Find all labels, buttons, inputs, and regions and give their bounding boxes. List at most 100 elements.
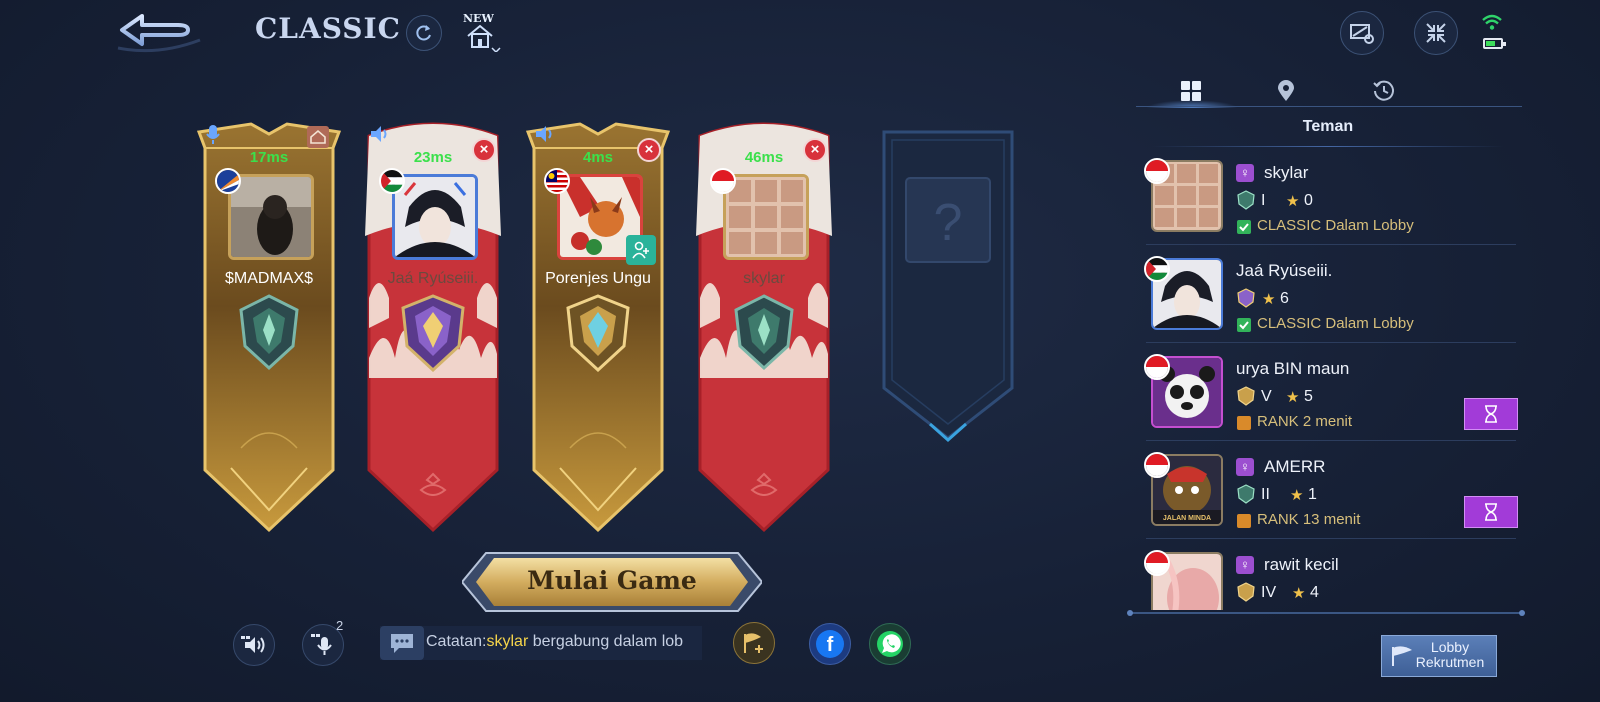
rank-tier: IV — [1261, 584, 1277, 601]
page-title: CLASSIC — [255, 12, 401, 45]
village-symbol-icon — [748, 470, 780, 501]
screen-settings-button[interactable] — [1340, 11, 1384, 55]
refresh-icon — [416, 25, 431, 41]
tab-divider — [1136, 106, 1522, 107]
female-gender-icon: ♀ — [1236, 164, 1254, 182]
chat-prefix: Catatan: — [426, 633, 487, 650]
player-ping: 4ms — [582, 149, 614, 166]
player-ping: 46ms — [744, 149, 784, 166]
empty-banner-frame: ? — [882, 130, 1014, 443]
location-pin-icon — [1278, 80, 1294, 101]
flag-plus-icon — [744, 633, 763, 653]
panel-title-divider — [1152, 146, 1504, 147]
wait-invite-button[interactable] — [1464, 496, 1518, 528]
wifi-icon — [1481, 13, 1503, 36]
player-avatar[interactable] — [228, 174, 314, 260]
friend-status: RANK 2 menit — [1257, 413, 1353, 430]
star-icon: ★ — [1286, 193, 1300, 210]
speaker-toggle-button[interactable] — [233, 624, 275, 666]
chat-highlight-name: skylar — [486, 633, 529, 650]
player-slot-4[interactable]: × 46ms skylar — [686, 118, 842, 540]
player-avatar[interactable] — [392, 174, 478, 260]
chat-button[interactable] — [380, 626, 424, 660]
start-game-button[interactable]: Mulai Game — [460, 549, 764, 615]
female-gender-icon: ♀ — [1236, 458, 1254, 476]
player-name: skylar — [743, 270, 785, 287]
lobby-label-line2: Rekrutmen — [1415, 654, 1485, 670]
friends-panel-title: Teman — [1302, 118, 1354, 135]
friend-list-item[interactable]: ♀ rawit kecil IV ★ 4 — [1144, 544, 1516, 610]
rank-tier: I — [1261, 192, 1266, 209]
panel-bottom-divider — [1127, 610, 1525, 616]
recruitment-lobby-button[interactable]: Lobby Rekrutmen — [1381, 635, 1497, 677]
rank-emblem-icon — [558, 292, 638, 377]
player-avatar[interactable] — [723, 174, 809, 260]
player-name: Porenjes Ungu — [545, 270, 651, 287]
ranked-match-icon — [1237, 514, 1251, 528]
tab-nearby[interactable] — [1266, 76, 1306, 106]
friend-name: Jaá Ryúseiii. — [1236, 261, 1333, 280]
wait-invite-button[interactable] — [1464, 398, 1518, 430]
village-symbol-icon — [417, 470, 449, 501]
friend-name: skylar — [1264, 163, 1309, 182]
share-facebook-button[interactable]: f — [809, 623, 851, 665]
start-game-label: Mulai Game — [527, 566, 697, 595]
female-gender-icon: ♀ — [1236, 556, 1254, 574]
refresh-button[interactable] — [406, 15, 442, 51]
player-slot-2[interactable]: × 23ms Jaá Ryúseiii. — [355, 118, 511, 540]
star-icon: ★ — [1262, 291, 1276, 308]
rank-badge-icon — [1236, 582, 1256, 607]
country-flag-icon — [1144, 452, 1170, 478]
rank-badge-icon — [1236, 190, 1256, 215]
star-icon: ★ — [1290, 487, 1304, 504]
chat-bubble-icon — [391, 634, 413, 653]
player-name: Jaá Ryúseiii. — [387, 270, 479, 287]
friend-list-item[interactable]: urya BIN maun V ★ 5 RANK 2 menit — [1144, 348, 1518, 441]
empty-player-slot[interactable]: ? — [870, 118, 1026, 540]
player-ping: 17ms — [249, 149, 289, 166]
rank-badge-icon — [1236, 288, 1256, 313]
display-settings-icon — [1350, 24, 1374, 44]
new-badge: NEW — [463, 12, 494, 25]
country-flag-icon — [1144, 550, 1170, 576]
friend-name: AMERR — [1264, 457, 1326, 476]
hourglass-icon — [1485, 503, 1497, 521]
back-arrow-icon — [117, 14, 201, 53]
friend-list-item[interactable]: JALAN MINDA ♀ AMERR II ★ 1 RANK 13 menit — [1144, 446, 1518, 539]
speaker-icon — [369, 124, 391, 149]
in-lobby-check-icon — [1237, 318, 1251, 332]
tab-recent[interactable] — [1364, 76, 1404, 106]
back-button[interactable] — [112, 10, 204, 54]
friend-name: urya BIN maun — [1236, 359, 1350, 378]
country-flag-icon — [1144, 158, 1170, 184]
rank-emblem-icon — [724, 292, 804, 377]
speaker-icon — [534, 124, 556, 149]
microphone-mode-count: 2 — [336, 618, 344, 633]
friend-list-item[interactable]: ♀ skylar I ★ 0 CLASSIC Dalam Lobby — [1144, 152, 1516, 245]
rank-badge-icon — [1236, 386, 1256, 411]
minimize-button[interactable] — [1414, 11, 1458, 55]
player-name: $MADMAX$ — [224, 270, 314, 287]
share-whatsapp-button[interactable] — [869, 623, 911, 665]
history-clock-icon — [1373, 80, 1394, 101]
friend-name: rawit kecil — [1264, 555, 1339, 574]
player-slot-3[interactable]: × 4ms Porenjes Ungu — [520, 118, 676, 540]
ranked-match-icon — [1237, 416, 1251, 430]
facebook-icon: f — [816, 630, 844, 658]
in-lobby-check-icon — [1237, 220, 1251, 234]
country-flag-icon — [544, 168, 570, 194]
friend-status: CLASSIC Dalam Lobby — [1257, 217, 1414, 234]
whatsapp-icon — [877, 631, 903, 657]
add-friend-button[interactable] — [626, 235, 656, 265]
rank-emblem-icon — [229, 292, 309, 377]
friend-list-item[interactable]: Jaá Ryúseiii. ★ 6 CLASSIC Dalam Lobby — [1144, 250, 1516, 343]
friend-status: CLASSIC Dalam Lobby — [1257, 315, 1414, 332]
star-icon: ★ — [1286, 389, 1300, 406]
recruit-flag-button[interactable] — [733, 622, 775, 664]
friend-status: RANK 13 menit — [1257, 511, 1361, 528]
collapse-arrows-icon — [1426, 23, 1446, 43]
player-slot-1[interactable]: 17ms $MADMAX$ — [191, 118, 347, 540]
rank-stars: 1 — [1308, 486, 1317, 503]
star-icon: ★ — [1292, 585, 1306, 602]
chat-latest-message: Catatan:skylar bergabung dalam lob — [426, 633, 706, 651]
